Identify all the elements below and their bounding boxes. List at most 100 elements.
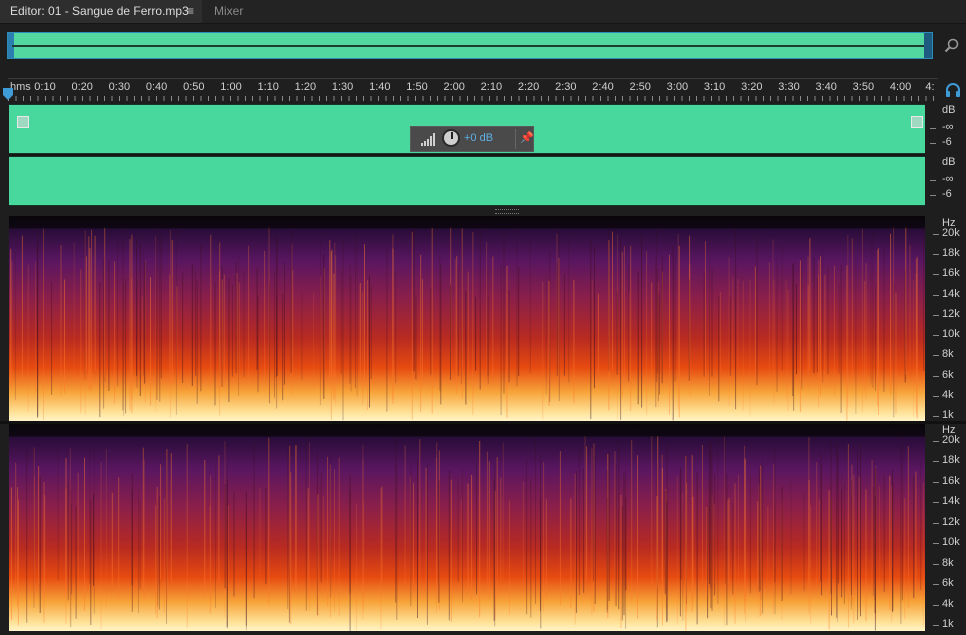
volume-knob[interactable]: [442, 129, 460, 147]
db-tick: [930, 195, 936, 196]
ruler-tick-label: 2:30: [555, 81, 577, 93]
hz-tick: [933, 481, 939, 483]
hz-label: 1k: [942, 409, 954, 421]
hz-tick: [933, 335, 939, 337]
ruler-tick-label: 1:40: [369, 81, 391, 93]
tab-bar: Editor: 01 - Sangue de Ferro.mp3 ≡ Mixer: [0, 0, 966, 24]
pin-icon[interactable]: 📌: [520, 131, 534, 144]
db-inf-label: -∞: [942, 121, 954, 133]
ruler-tick-label: 0:20: [71, 81, 93, 93]
ruler-tick-label: 1:30: [331, 81, 354, 93]
hz-tick: [933, 416, 939, 417]
volume-hud[interactable]: +0 dB 📌: [410, 126, 534, 152]
hz-tick: [933, 355, 939, 357]
hz-tick: [933, 625, 939, 626]
time-ruler[interactable]: hms 0:10 0:20 0:30 0:40 0:50 1:00 1:10 1:20 1:30…: [8, 78, 938, 101]
zoom-magnifier-icon[interactable]: [944, 37, 960, 53]
overview-right-handle[interactable]: [924, 33, 932, 58]
spectral-channel-right[interactable]: [9, 424, 925, 631]
hz-tick: [933, 584, 939, 586]
volume-value[interactable]: +0 dB: [464, 132, 493, 144]
ruler-tick-label: 0:40: [145, 81, 168, 93]
hz-label: 10k: [942, 536, 960, 549]
ruler-tick-label: 1:50: [406, 81, 428, 93]
ruler-tick-label: 2:00: [443, 81, 465, 93]
waveform-bottom-line: [9, 205, 925, 206]
hz-label: 10k: [942, 328, 960, 341]
db-minus6-label: -6: [942, 188, 952, 200]
ruler-tick-label: 0:10: [34, 81, 56, 93]
db-unit-label: dB: [942, 156, 956, 168]
overview-wave: [12, 45, 928, 47]
hz-label: 1k: [942, 618, 954, 630]
tab-mixer[interactable]: Mixer: [204, 0, 274, 23]
hz-label: 18k: [942, 454, 960, 467]
hz-label: 20k: [942, 434, 960, 446]
hz-tick: [933, 441, 939, 442]
ruler-tick-label: 3:10: [703, 81, 726, 93]
ruler-unit-label: hms: [10, 81, 31, 93]
overview-waveform[interactable]: [7, 32, 933, 59]
spectral-texture: [9, 424, 925, 631]
db-scale-ch2: dB -∞ -6: [928, 156, 966, 206]
ruler-tick-label: 1:00: [220, 81, 242, 93]
panel-resize-grip[interactable]: [495, 209, 519, 214]
tab-mixer-label: Mixer: [214, 4, 244, 18]
hz-label: 14k: [942, 287, 960, 300]
hz-label: 16k: [942, 267, 960, 280]
spectral-texture: [9, 216, 925, 421]
hz-tick: [933, 395, 939, 397]
fade-in-handle[interactable]: [17, 116, 29, 128]
hz-label: 6k: [942, 577, 954, 590]
hz-label: 4k: [942, 388, 954, 401]
ruler-ticks: [8, 96, 938, 101]
db-tick: [930, 180, 936, 181]
db-unit-label: dB: [942, 104, 956, 116]
tab-editor[interactable]: Editor: 01 - Sangue de Ferro.mp3 ≡: [0, 0, 202, 23]
hz-tick: [933, 563, 939, 565]
waveform-top-line: [9, 104, 925, 105]
hz-label: 4k: [942, 597, 954, 610]
ruler-tick-label: 3:30: [778, 81, 800, 93]
db-inf-label: -∞: [942, 173, 954, 185]
hz-tick: [933, 314, 939, 316]
hz-label: 20k: [942, 227, 960, 239]
ruler-tick-label: 2:20: [517, 81, 540, 93]
hz-label: 6k: [942, 368, 954, 381]
hz-label: 8k: [942, 556, 954, 569]
db-minus6-label: -6: [942, 136, 952, 148]
ruler-tick-label: 1:10: [257, 81, 279, 93]
hz-tick: [933, 254, 939, 256]
hud-separator: [515, 129, 516, 149]
ruler-tick-label: 2:50: [629, 81, 651, 93]
ruler-tick-label: 3:50: [852, 81, 875, 93]
db-scale-ch1: dB -∞ -6: [928, 104, 966, 154]
panel-menu-icon[interactable]: ≡: [187, 0, 194, 22]
tab-editor-label: Editor: 01 - Sangue de Ferro.mp3: [10, 4, 189, 18]
ruler-tick-label: 4:: [925, 81, 935, 93]
ruler-tick-label: 3:40: [815, 81, 837, 93]
hz-tick: [933, 274, 939, 276]
headphones-icon[interactable]: [945, 82, 961, 98]
playhead-marker-icon[interactable]: [3, 88, 13, 100]
spectral-channel-left[interactable]: [9, 216, 925, 421]
ruler-tick-label: 2:10: [480, 81, 503, 93]
hz-label: 14k: [942, 495, 960, 508]
waveform-channel-right[interactable]: [9, 156, 925, 206]
ruler-tick-label: 0:30: [108, 81, 131, 93]
waveform-center-line: [9, 156, 925, 157]
hz-tick: [933, 543, 939, 545]
ruler-tick-label: 4:00: [889, 81, 912, 93]
db-tick: [930, 128, 936, 129]
ruler-tick-label: 0:50: [183, 81, 205, 93]
hz-label: 12k: [942, 515, 960, 528]
hz-label: 18k: [942, 247, 960, 260]
hz-tick: [933, 375, 939, 377]
db-tick: [930, 143, 936, 144]
hz-tick: [933, 461, 939, 463]
hz-label: 12k: [942, 307, 960, 320]
hz-label: 16k: [942, 474, 960, 487]
ruler-tick-label: 3:20: [741, 81, 763, 93]
hz-tick: [933, 294, 939, 296]
fade-out-handle[interactable]: [911, 116, 923, 128]
